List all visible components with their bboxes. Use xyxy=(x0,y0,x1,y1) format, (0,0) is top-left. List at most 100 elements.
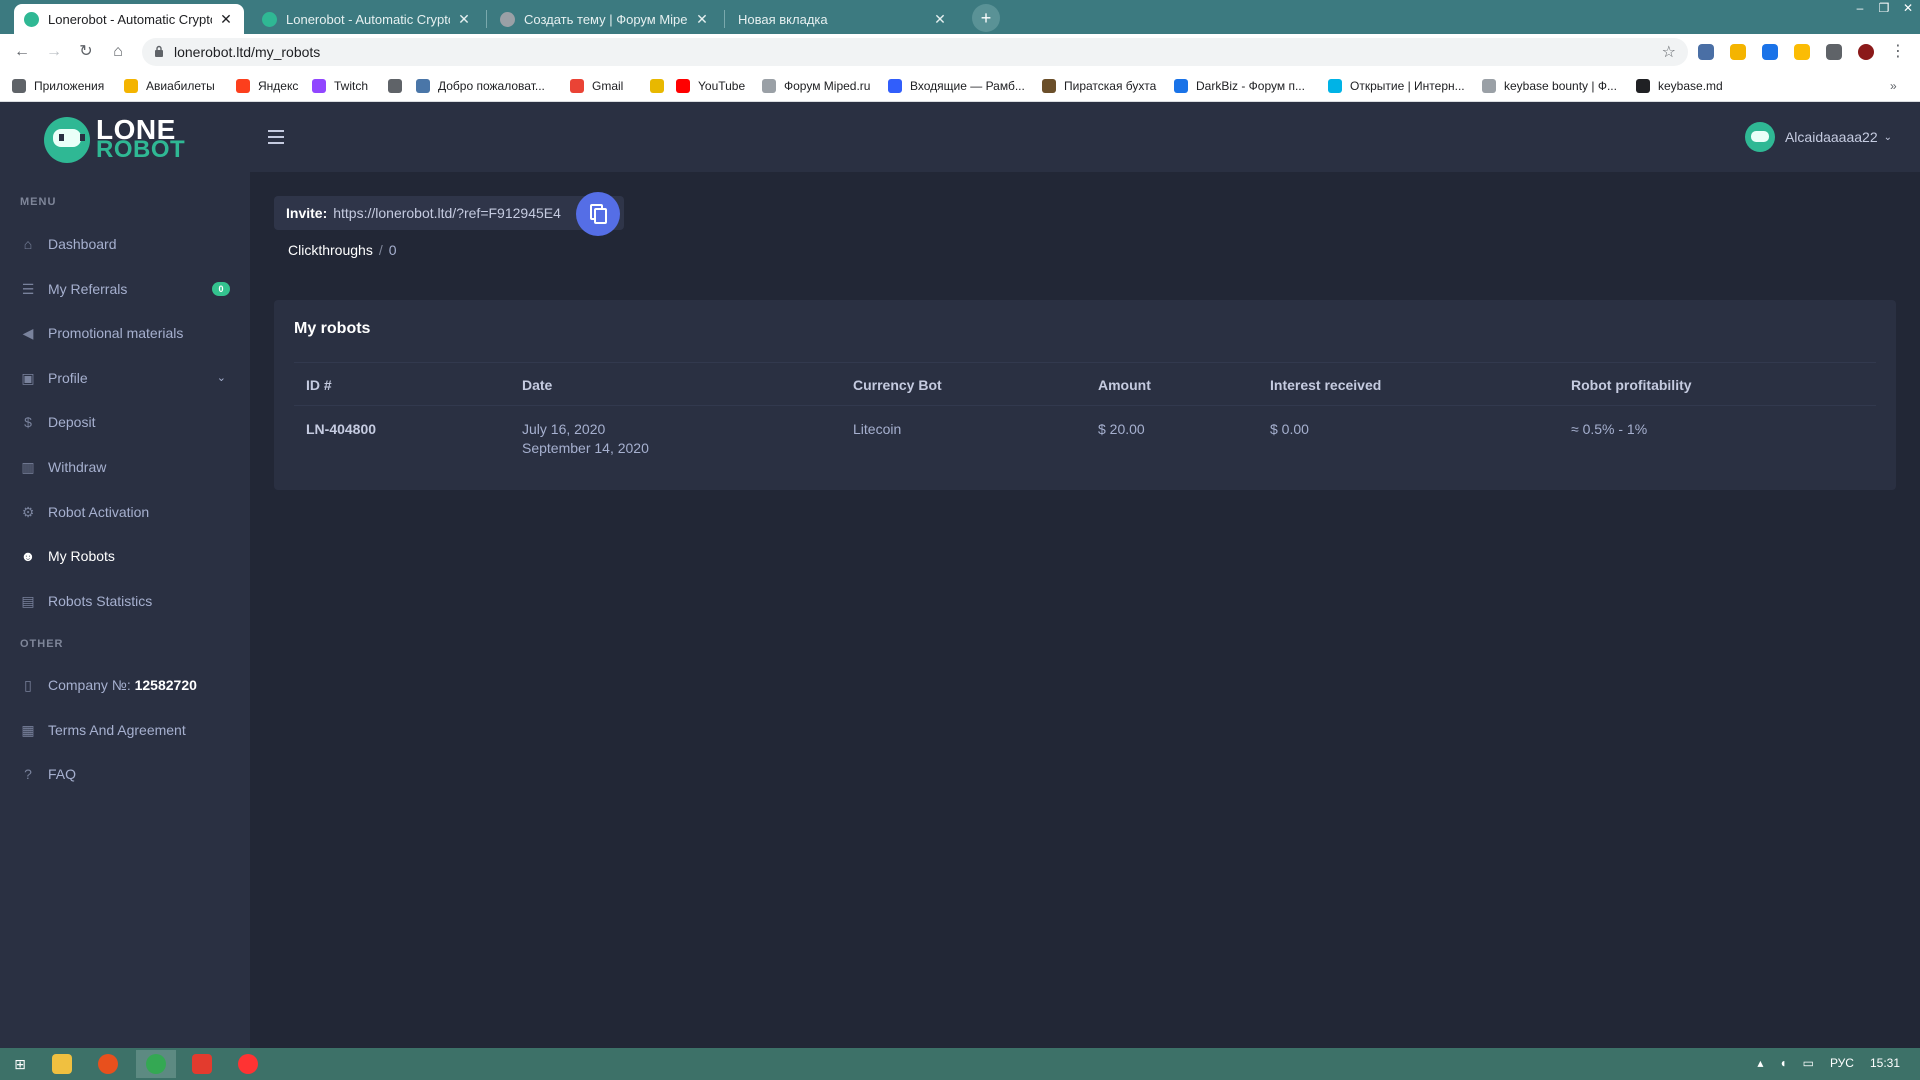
label-text: Deposit xyxy=(48,414,96,431)
shield-extension-icon[interactable] xyxy=(1762,44,1778,60)
minimize-icon[interactable]: – xyxy=(1848,0,1872,18)
sidebar-item-dashboard[interactable]: ⌂ Dashboard xyxy=(20,231,230,257)
clock[interactable]: 15:31 xyxy=(1870,1056,1900,1070)
browser-tab[interactable]: Lonerobot - Automatic Cryptocurrency ✕ xyxy=(252,4,482,34)
label-text: Company №: xyxy=(48,677,135,693)
close-icon[interactable]: ✕ xyxy=(694,11,710,28)
bookmark-star-icon[interactable]: ☆ xyxy=(1662,42,1676,62)
column-header: Robot profitability xyxy=(1571,377,1692,393)
bookmark-item[interactable]: Пиратская бухта xyxy=(1042,77,1156,95)
bookmark-item[interactable]: keybase bounty | Ф... xyxy=(1482,77,1617,95)
robot-profitability: ≈ 0.5% - 1% xyxy=(1571,421,1648,437)
bookmark-item[interactable]: keybase.md xyxy=(1636,77,1723,95)
bookmark-favicon-icon xyxy=(570,79,584,93)
sidebar-item-withdraw[interactable]: ▥ Withdraw xyxy=(20,454,230,480)
close-icon[interactable]: ✕ xyxy=(456,11,472,28)
language-indicator[interactable]: РУС xyxy=(1830,1056,1854,1070)
bookmark-favicon-icon xyxy=(1636,79,1650,93)
pdf-app-icon[interactable] xyxy=(192,1054,212,1074)
sidebar-item-promotional-materials[interactable]: ◀ Promotional materials xyxy=(20,320,230,346)
close-icon[interactable]: ✕ xyxy=(932,11,948,28)
sidebar-item-profile[interactable]: ▣ Profile ⌄ xyxy=(20,365,230,391)
sidebar-item-robot-activation[interactable]: ⚙ Robot Activation xyxy=(20,499,230,525)
sidebar-item-label: Robot Activation xyxy=(48,504,230,520)
sidebar-item-label: Withdraw xyxy=(48,459,230,475)
bookmark-item[interactable]: Входящие — Рамб... xyxy=(888,77,1025,95)
windows-start-icon[interactable]: ⊞ xyxy=(10,1054,30,1074)
bookmark-item[interactable]: DarkBiz - Форум п... xyxy=(1174,77,1305,95)
bookmark-item[interactable]: Форум Miped.ru xyxy=(762,77,870,95)
browser-toolbar: ← → ↻ ⌂ lonerobot.ltd/my_robots ☆ ⋮ xyxy=(0,34,1920,70)
reload-icon[interactable]: ↻ xyxy=(76,42,96,62)
browser-tab[interactable]: Lonerobot - Automatic Cryptocurrency ✕ xyxy=(14,4,244,34)
bookmark-item[interactable]: Открытие | Интерн... xyxy=(1328,77,1465,95)
hamburger-menu-icon[interactable] xyxy=(268,130,284,144)
megaphone-icon: ◀ xyxy=(22,325,34,342)
bookmark-item[interactable]: Добро пожаловат... xyxy=(416,77,545,95)
tab-title: Lonerobot - Automatic Cryptocurrency xyxy=(48,11,212,27)
extension-icon[interactable] xyxy=(1730,44,1746,60)
file-explorer-icon[interactable] xyxy=(52,1054,72,1074)
restore-icon[interactable]: ❐ xyxy=(1872,0,1896,18)
window-close-icon[interactable]: ✕ xyxy=(1896,0,1920,18)
user-menu[interactable]: Alcaidaaaaa22 ⌄ xyxy=(1744,122,1892,152)
windows-taskbar: ⊞ ▴ ◖ ▭ РУС 15:31 xyxy=(0,1048,1920,1080)
sidebar-item-deposit[interactable]: $ Deposit xyxy=(20,409,230,435)
bookmark-label: Пиратская бухта xyxy=(1064,79,1157,93)
bookmarks-overflow-icon[interactable]: » xyxy=(1890,77,1897,95)
bookmark-label: DarkBiz - Форум п... xyxy=(1196,79,1305,93)
bookmark-item[interactable]: YouTube xyxy=(676,77,745,95)
kebab-menu-icon[interactable]: ⋮ xyxy=(1888,42,1908,62)
home-icon[interactable]: ⌂ xyxy=(108,42,128,62)
sidebar-item-company[interactable]: ▯ Company №: 12582720 xyxy=(20,672,230,698)
tray-arrow-icon[interactable]: ▴ xyxy=(1757,1056,1763,1070)
sidebar-item-terms-and-agreement[interactable]: ▦ Terms And Agreement xyxy=(20,717,230,743)
puzzle-icon[interactable] xyxy=(1826,44,1842,60)
yandex-browser-icon[interactable] xyxy=(238,1054,258,1074)
copy-link-button[interactable] xyxy=(576,192,620,236)
referrals-count-badge: 0 xyxy=(212,281,230,296)
lonerobot-logo[interactable]: LONE ROBOT xyxy=(44,116,185,163)
robot-id: LN-404800 xyxy=(306,421,377,437)
clickthroughs: Clickthroughs / 0 xyxy=(288,242,397,258)
dollar-icon: $ xyxy=(24,414,32,431)
bookmark-favicon-icon xyxy=(236,79,250,93)
table-header-row: ID # Date Currency Bot Amount Interest r… xyxy=(294,362,1876,406)
extension-icon[interactable] xyxy=(1794,44,1810,60)
volume-icon[interactable]: ◖ xyxy=(1779,1056,1786,1070)
firefox-icon[interactable] xyxy=(98,1054,118,1074)
bookmark-label: Открытие | Интерн... xyxy=(1350,79,1465,93)
sidebar-item-faq[interactable]: ? FAQ xyxy=(20,761,230,787)
back-arrow-icon[interactable]: ← xyxy=(12,42,32,62)
bookmark-item[interactable]: Gmail xyxy=(570,77,623,95)
date-end: September 14, 2020 xyxy=(522,440,649,456)
bookmark-item[interactable]: Приложения xyxy=(12,77,104,95)
network-icon[interactable]: ▭ xyxy=(1803,1056,1814,1070)
robots-table: ID # Date Currency Bot Amount Interest r… xyxy=(294,362,1876,472)
browser-tab[interactable]: Создать тему | Форум Miped.ru ✕ xyxy=(490,4,720,34)
invite-url[interactable]: https://lonerobot.ltd/?ref=F912945E4 xyxy=(333,205,561,221)
bookmark-item[interactable] xyxy=(650,77,672,95)
sidebar: LONE ROBOT MENU ⌂ Dashboard ☰ My Referrals 0… xyxy=(0,102,250,1048)
bookmark-item[interactable]: Twitch xyxy=(312,77,368,95)
chrome-icon[interactable] xyxy=(146,1054,166,1074)
tab-title: Создать тему | Форум Miped.ru xyxy=(524,11,688,27)
sidebar-item-label: Robots Statistics xyxy=(48,593,230,609)
close-icon[interactable]: ✕ xyxy=(218,11,234,28)
forward-arrow-icon[interactable]: → xyxy=(44,42,64,62)
bookmark-item[interactable]: Яндекс xyxy=(236,77,298,95)
bookmark-label: YouTube xyxy=(698,79,746,93)
bookmark-favicon-icon xyxy=(312,79,326,93)
bookmark-item[interactable] xyxy=(388,77,410,95)
address-bar[interactable]: lonerobot.ltd/my_robots ☆ xyxy=(142,38,1688,66)
bookmark-item[interactable]: Авиабилеты xyxy=(124,77,215,95)
sidebar-item-my-referrals[interactable]: ☰ My Referrals 0 xyxy=(20,276,230,302)
bookmark-label: Gmail xyxy=(592,79,624,93)
browser-tab[interactable]: Новая вкладка ✕ xyxy=(728,4,958,34)
profile-avatar[interactable] xyxy=(1858,44,1874,60)
bookmark-favicon-icon xyxy=(12,79,26,93)
sidebar-item-robots-statistics[interactable]: ▤ Robots Statistics xyxy=(20,588,230,614)
sidebar-item-my-robots[interactable]: ☻ My Robots xyxy=(20,543,230,569)
new-tab-button[interactable]: + xyxy=(972,4,1000,32)
extension-icon[interactable] xyxy=(1698,44,1714,60)
